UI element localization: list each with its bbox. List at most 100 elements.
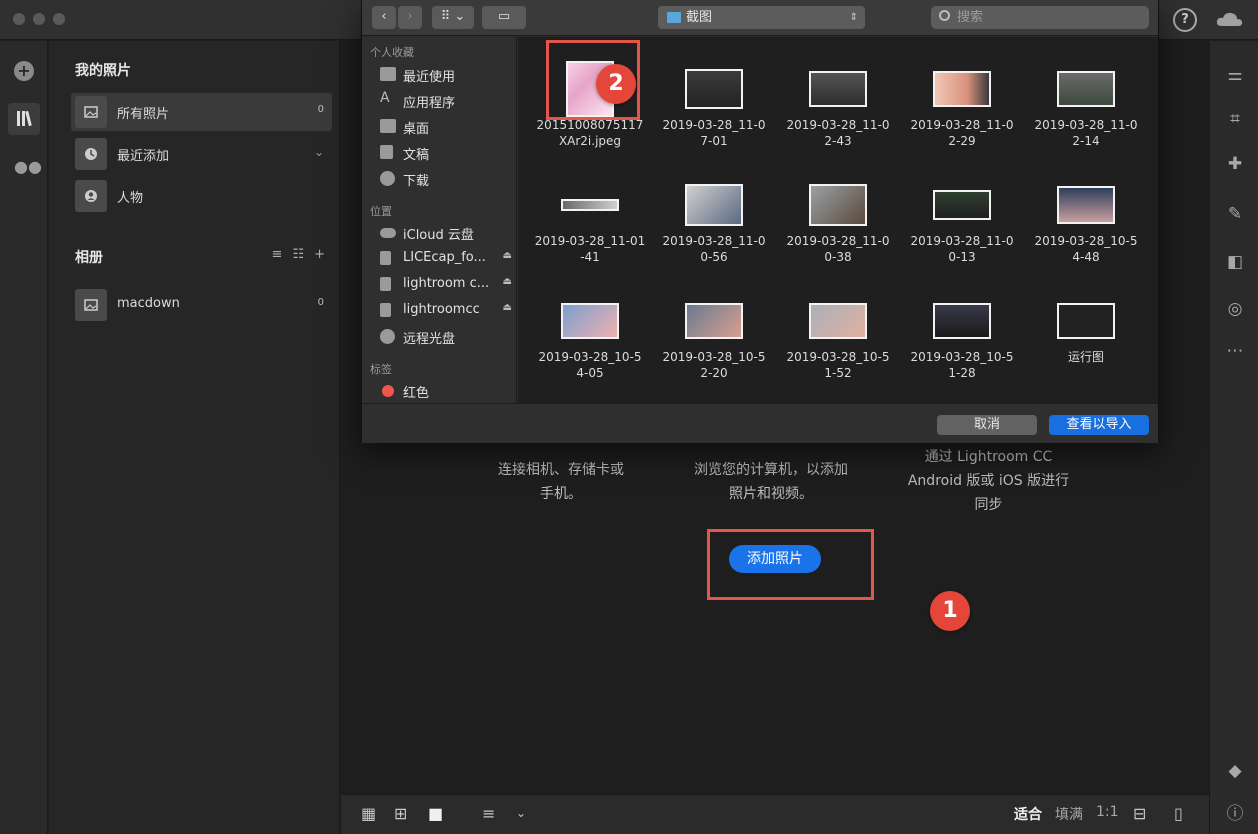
sidebar-item-documents[interactable]: 文稿 [380,142,510,164]
sync-mobile-text: 通过 Lightroom CC Android 版或 iOS 版进行 同步 [896,445,1081,517]
file-name-line1: 2019-03-28_11-0 [662,234,766,248]
view-mode-icon[interactable]: ⠿ ⌄ [432,6,474,29]
forward-button[interactable]: › [398,6,422,29]
file-name-line1: 2019-03-28_11-0 [910,118,1014,132]
favorites-header: 个人收藏 [370,46,414,59]
sidebar-item-label: 应用程序 [403,96,456,111]
search-input[interactable]: 搜索 [931,6,1149,29]
cancel-button[interactable]: 取消 [937,415,1037,435]
browse-computer-text: 浏览您的计算机，以添加 照片和视频。 [681,458,861,506]
people-icon[interactable]: ●● [14,157,42,176]
file-item[interactable]: 2019-03-28_11-0 0-13 [900,165,1024,281]
cloud-sync-icon[interactable] [1214,8,1246,32]
sidebar-item-recently-added[interactable]: 最近添加 ⌄ [71,135,332,173]
add-album-icon[interactable]: + [314,247,325,262]
sidebar-item-people[interactable]: 人物 [71,177,332,215]
zoom-window-button[interactable] [53,13,65,25]
minimize-window-button[interactable] [33,13,45,25]
help-icon[interactable]: ? [1173,8,1197,32]
one-to-one-button[interactable]: 1:1 [1096,804,1119,820]
single-view-icon[interactable]: ■ [428,804,443,823]
chevron-down-icon[interactable]: ⌄ [314,145,324,159]
file-item[interactable]: 2019-03-28_10-5 1-28 [900,281,1024,397]
red-tag-icon [382,385,394,397]
sidebar-item-label: 桌面 [403,122,430,137]
file-item[interactable]: 2019-03-28_11-01 -41 [528,165,652,281]
file-name-line2: 2-14 [1072,134,1100,148]
sidebar-item-tag-red[interactable]: 红色 [380,380,510,402]
sidebar-item-lightroomcc[interactable]: lightroomcc ⏏ [380,300,512,322]
radial-gradient-icon[interactable]: ◎ [1224,299,1246,319]
browse-computer-line2: 照片和视频。 [729,486,813,502]
file-thumbnail [933,71,991,107]
compact-view-icon[interactable]: ☷ [292,247,304,262]
brush-icon[interactable]: ✎ [1224,204,1246,224]
file-name-line2: 4-48 [1072,250,1100,264]
location-popup[interactable]: 截图 ⇕ [658,6,865,29]
applications-icon: A [380,90,390,106]
file-name-line1: 2019-03-28_11-0 [786,118,890,132]
fit-button[interactable]: 适合 [1014,804,1042,824]
list-view-icon[interactable]: ≡ [272,247,283,262]
library-icon[interactable] [8,103,40,135]
eject-icon[interactable]: ⏏ [503,250,512,261]
chevron-down-icon[interactable]: ⌄ [516,806,526,820]
close-window-button[interactable] [13,13,25,25]
dialog-sidebar: 个人收藏 最近使用 A 应用程序 桌面 文稿 下载 位置 iCloud 云盘 LI… [362,37,517,403]
file-item[interactable]: 2019-03-28_10-5 1-52 [776,281,900,397]
new-folder-icon[interactable]: ▭ [482,6,526,29]
tag-icon[interactable]: ◆ [1224,761,1246,781]
sidebar-item-remote-disc[interactable]: 远程光盘 [380,326,510,348]
bottom-toolbar: ▦ ⊞ ■ ≡ ⌄ 适合 填满 1:1 ⊟ ▯ [341,794,1209,834]
grid-large-icon[interactable]: ⊞ [394,804,407,823]
sidebar-item-recents[interactable]: 最近使用 [380,64,510,86]
add-photos-icon[interactable]: + [14,61,34,81]
file-item[interactable]: 2019-03-28_11-0 0-38 [776,165,900,281]
step-marker-2: 2 [596,64,636,104]
more-icon[interactable]: ⋯ [1224,341,1246,361]
review-for-import-button[interactable]: 查看以导入 [1049,415,1149,435]
file-item[interactable]: 2019-03-28_11-0 2-43 [776,49,900,165]
crop-icon[interactable]: ⌗ [1224,109,1246,129]
file-item[interactable]: 2019-03-28_10-5 2-20 [652,281,776,397]
sidebar-item-desktop[interactable]: 桌面 [380,116,510,138]
file-name-line1: 运行图 [1067,350,1104,364]
file-thumbnail [809,184,867,226]
sidebar-item-icloud[interactable]: iCloud 云盘 [380,222,510,244]
eject-icon[interactable]: ⏏ [503,302,512,313]
sidebar-item-downloads[interactable]: 下载 [380,168,510,190]
healing-brush-icon[interactable]: ✚ [1224,154,1246,174]
file-name-line2: XAr2i.jpeg [558,134,622,148]
sidebar-item-applications[interactable]: A 应用程序 [380,90,510,112]
fill-button[interactable]: 填满 [1055,804,1083,824]
location-label: 截图 [686,10,713,25]
file-name-line2: 2-29 [948,134,976,148]
file-thumbnail [685,184,743,226]
sidebar-item-label: 最近使用 [403,70,456,85]
sidebar-item-all-photos[interactable]: 所有照片 0 [71,93,332,131]
file-item[interactable]: 2019-03-28_10-5 4-48 [1024,165,1148,281]
sidebar-item-lightroom-c[interactable]: lightroom c... ⏏ [380,274,512,296]
file-name-line2: 2-43 [824,134,852,148]
sidebar-item-licecap[interactable]: LICEcap_fo... ⏏ [380,248,512,270]
file-item[interactable]: 2019-03-28_11-0 0-56 [652,165,776,281]
grid-small-icon[interactable]: ▦ [361,804,376,823]
info-icon[interactable]: ⓘ [1224,799,1246,824]
album-item-macdown[interactable]: macdown 0 [71,286,332,324]
sort-icon[interactable]: ≡ [482,804,495,823]
eject-icon[interactable]: ⏏ [503,276,512,287]
linear-gradient-icon[interactable]: ◧ [1224,252,1246,272]
connect-device-text: 连接相机、存储卡或 手机。 [481,458,641,506]
filmstrip-icon[interactable]: ▯ [1174,804,1183,823]
edit-sliders-icon[interactable]: ⚌ [1224,65,1246,85]
file-item[interactable]: 2019-03-28_11-0 2-14 [1024,49,1148,165]
file-item[interactable]: 2019-03-28_11-0 2-29 [900,49,1024,165]
updown-chevron-icon: ⇕ [849,12,858,23]
file-item[interactable]: 2019-03-28_11-0 7-01 [652,49,776,165]
file-thumbnail [933,190,991,220]
sidebar-item-label: 最近添加 [117,149,170,164]
back-button[interactable]: ‹ [372,6,396,29]
file-item[interactable]: 运行图 [1024,281,1148,397]
compare-icon[interactable]: ⊟ [1133,804,1146,823]
file-item[interactable]: 2019-03-28_10-5 4-05 [528,281,652,397]
